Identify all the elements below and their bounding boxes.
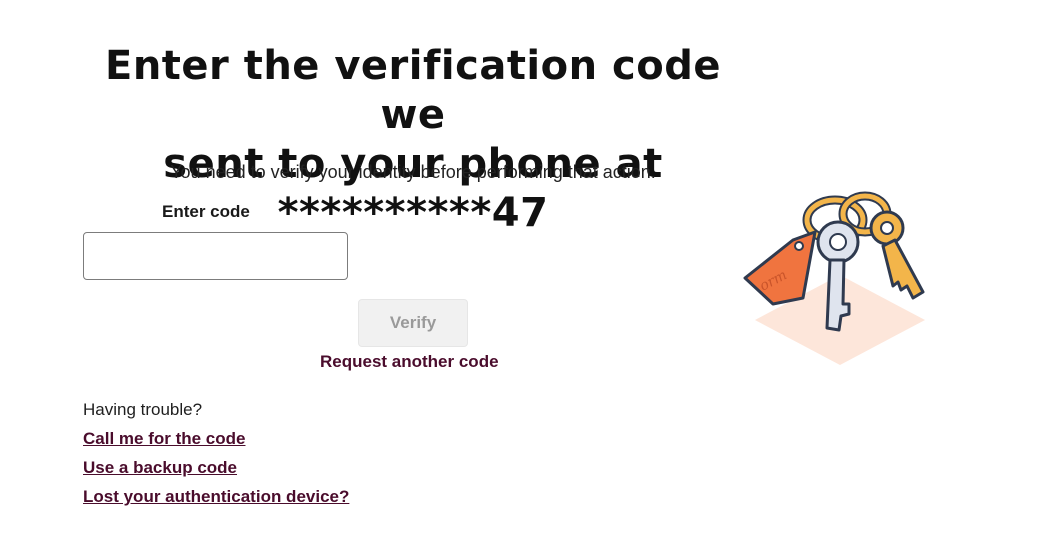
gold-key	[869, 210, 925, 300]
code-field-label: Enter code	[162, 202, 250, 221]
verification-page: Enter the verification code we sent to y…	[0, 0, 1044, 557]
keychain-icon: orm	[743, 191, 925, 365]
code-input[interactable]	[83, 232, 348, 280]
verification-instructions: You need to verify your identity before …	[170, 162, 656, 182]
tag-icon: orm	[743, 230, 817, 306]
backup-code-link[interactable]: Use a backup code	[83, 458, 237, 478]
call-me-link[interactable]: Call me for the code	[83, 429, 245, 449]
having-trouble-text: Having trouble?	[83, 400, 203, 419]
page-title-line-1: Enter the verification code we	[105, 43, 721, 138]
verify-button[interactable]: Verify	[358, 299, 468, 347]
lost-device-link[interactable]: Lost your authentication device?	[83, 487, 349, 507]
request-another-code-link[interactable]: Request another code	[320, 352, 499, 372]
